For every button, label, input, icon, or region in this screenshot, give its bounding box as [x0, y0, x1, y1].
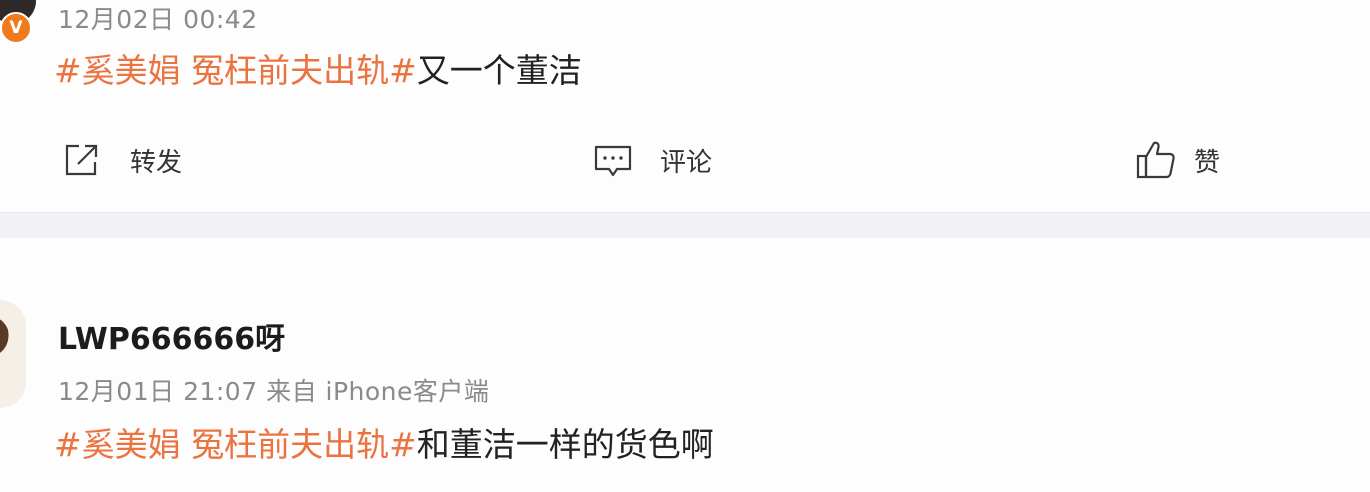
- post-text: 和董洁一样的货色啊: [416, 425, 714, 464]
- verified-badge-icon: V: [0, 12, 32, 44]
- post-timestamp: 12月02日 00:42: [58, 5, 258, 34]
- post-content: #奚美娟 冤枉前夫出轨#和董洁一样的货色啊: [54, 418, 714, 466]
- like-label: 赞: [1194, 147, 1221, 178]
- repost-label: 转发: [130, 147, 183, 178]
- post-content: #奚美娟 冤枉前夫出轨#又一个董洁: [54, 44, 582, 92]
- share-icon: [62, 140, 102, 180]
- post-divider: [0, 212, 1370, 239]
- avatar[interactable]: [0, 300, 26, 408]
- username[interactable]: LWP666666呀: [58, 314, 285, 358]
- comment-post: LWP666666呀 12月01日 21:07 来自 iPhone客户端 #奚美…: [0, 238, 1370, 492]
- post-text: 又一个董洁: [416, 51, 582, 90]
- topic-link[interactable]: #奚美娟 冤枉前夫出轨#: [54, 425, 417, 464]
- topic-link[interactable]: #奚美娟 冤枉前夫出轨#: [54, 51, 417, 90]
- post-timestamp: 12月01日 21:07 来自 iPhone客户端: [58, 377, 490, 406]
- comment-feed: V 12月02日 00:42 #奚美娟 冤枉前夫出轨#又一个董洁 转发 评论 赞…: [0, 0, 1370, 492]
- comment-button[interactable]: 评论: [594, 140, 712, 180]
- comment-label: 评论: [660, 147, 713, 178]
- comment-post: V 12月02日 00:42 #奚美娟 冤枉前夫出轨#又一个董洁 转发 评论 赞: [0, 0, 1370, 212]
- like-button[interactable]: 赞: [1136, 140, 1220, 180]
- thumbs-up-icon: [1136, 140, 1176, 180]
- repost-button[interactable]: 转发: [62, 140, 182, 180]
- comment-icon: [594, 140, 632, 180]
